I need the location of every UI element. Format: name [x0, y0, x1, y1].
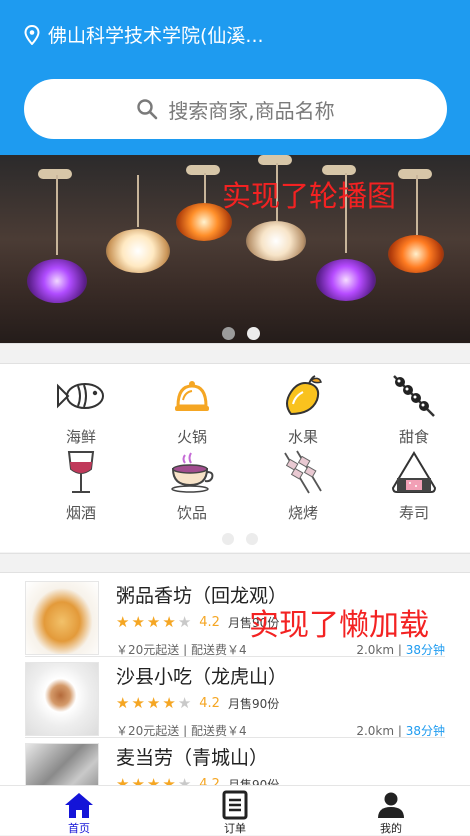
tab-home[interactable]: 首页 [39, 790, 119, 836]
rating-value: 4.2 [199, 695, 220, 711]
user-icon [378, 792, 404, 818]
category-label: 烧烤 [287, 504, 318, 522]
star-icon: ★ [162, 694, 176, 712]
location-selector[interactable]: 佛山科学技术学院(仙溪... [24, 21, 264, 48]
skewer-icon [393, 375, 435, 417]
tab-orders[interactable]: 订单 [195, 790, 275, 836]
banner-dot-2[interactable] [247, 327, 260, 340]
lamp-white-center [246, 221, 306, 261]
lamp-white-left [106, 229, 170, 273]
tab-profile[interactable]: 我的 [351, 790, 431, 836]
category-item-seafood[interactable]: 海鲜 [31, 372, 131, 447]
home-icon [65, 793, 93, 818]
category-label: 甜食 [398, 428, 429, 446]
star-icon: ★ [162, 613, 176, 631]
star-empty-icon: ★ [177, 694, 192, 712]
shop-name: 沙县小吃（龙虎山） [116, 666, 288, 688]
bbq-icon [284, 450, 322, 494]
search-input[interactable]: 搜索商家,商品名称 [24, 79, 447, 139]
tea-cup-icon [171, 452, 214, 493]
banner-dot-1[interactable] [222, 327, 235, 340]
sushi-icon [391, 451, 437, 493]
search-placeholder: 搜索商家,商品名称 [168, 98, 335, 123]
category-dot-1[interactable] [222, 533, 234, 545]
shop-image-cake [25, 581, 99, 655]
fish-icon [57, 383, 104, 409]
location-pin-icon [24, 24, 40, 45]
order-icon [222, 790, 248, 820]
rating-value: 4.2 [199, 614, 220, 630]
star-icon: ★ [116, 694, 130, 712]
category-item-drinks[interactable]: 饮品 [142, 448, 242, 523]
shop-name: 麦当劳（青城山） [116, 747, 269, 769]
star-icon: ★ [116, 613, 130, 631]
category-item-tobacco-liquor[interactable]: 烟酒 [31, 448, 131, 523]
carousel-overlay-text: 实现了轮播图 [222, 179, 397, 213]
category-dot-2[interactable] [246, 533, 258, 545]
star-icon: ★ [146, 613, 161, 631]
lamp-purple-right [316, 259, 376, 301]
location-text: 佛山科学技术学院(仙溪... [48, 25, 264, 47]
star-empty-icon: ★ [177, 613, 192, 631]
category-label: 海鲜 [65, 428, 96, 446]
category-grid: 海鲜 火锅 水果 甜食 烟酒 饮品 烧烤 寿司 [0, 364, 470, 552]
lazy-load-overlay-text: 实现了懒加载 [249, 608, 429, 643]
header-bar: 佛山科学技术学院(仙溪... 搜索商家,商品名称 [0, 0, 470, 155]
category-item-sweets[interactable]: 甜食 [364, 372, 464, 447]
section-divider [0, 553, 470, 573]
rating-stars: ★★★★★ 4.2 月售90份 [116, 694, 279, 712]
category-pagination [222, 533, 258, 545]
search-icon [137, 99, 158, 120]
monthly-sales: 月售90份 [227, 696, 280, 711]
shop-image-coffee [25, 662, 99, 736]
hotpot-icon [175, 381, 209, 411]
category-label: 饮品 [176, 504, 207, 522]
shop-item[interactable]: 沙县小吃（龙虎山） ★ ★ ★ ★ ★ 4.2 月售90份 ￥20元起送 | 配送费￥4… [0, 654, 470, 738]
bottom-tab-bar: 首页 订单 我的 [0, 785, 470, 835]
star-icon: ★ [131, 694, 145, 712]
section-divider [0, 343, 470, 364]
category-label: 水果 [287, 428, 318, 446]
category-item-hotpot[interactable]: 火锅 [142, 372, 242, 447]
category-item-sushi[interactable]: 寿司 [364, 448, 464, 523]
lamp-purple-left [27, 259, 87, 303]
category-item-bbq[interactable]: 烧烤 [253, 448, 353, 523]
mango-icon [286, 375, 322, 416]
lamp-orange-right [388, 235, 444, 273]
wine-glass-icon [67, 451, 95, 493]
star-icon: ★ [146, 694, 161, 712]
category-label: 寿司 [398, 504, 429, 522]
banner-pagination [222, 327, 260, 340]
star-icon: ★ [131, 613, 145, 631]
category-label: 烟酒 [65, 504, 96, 522]
category-item-fruit[interactable]: 水果 [253, 372, 353, 447]
category-label: 火锅 [176, 428, 207, 446]
